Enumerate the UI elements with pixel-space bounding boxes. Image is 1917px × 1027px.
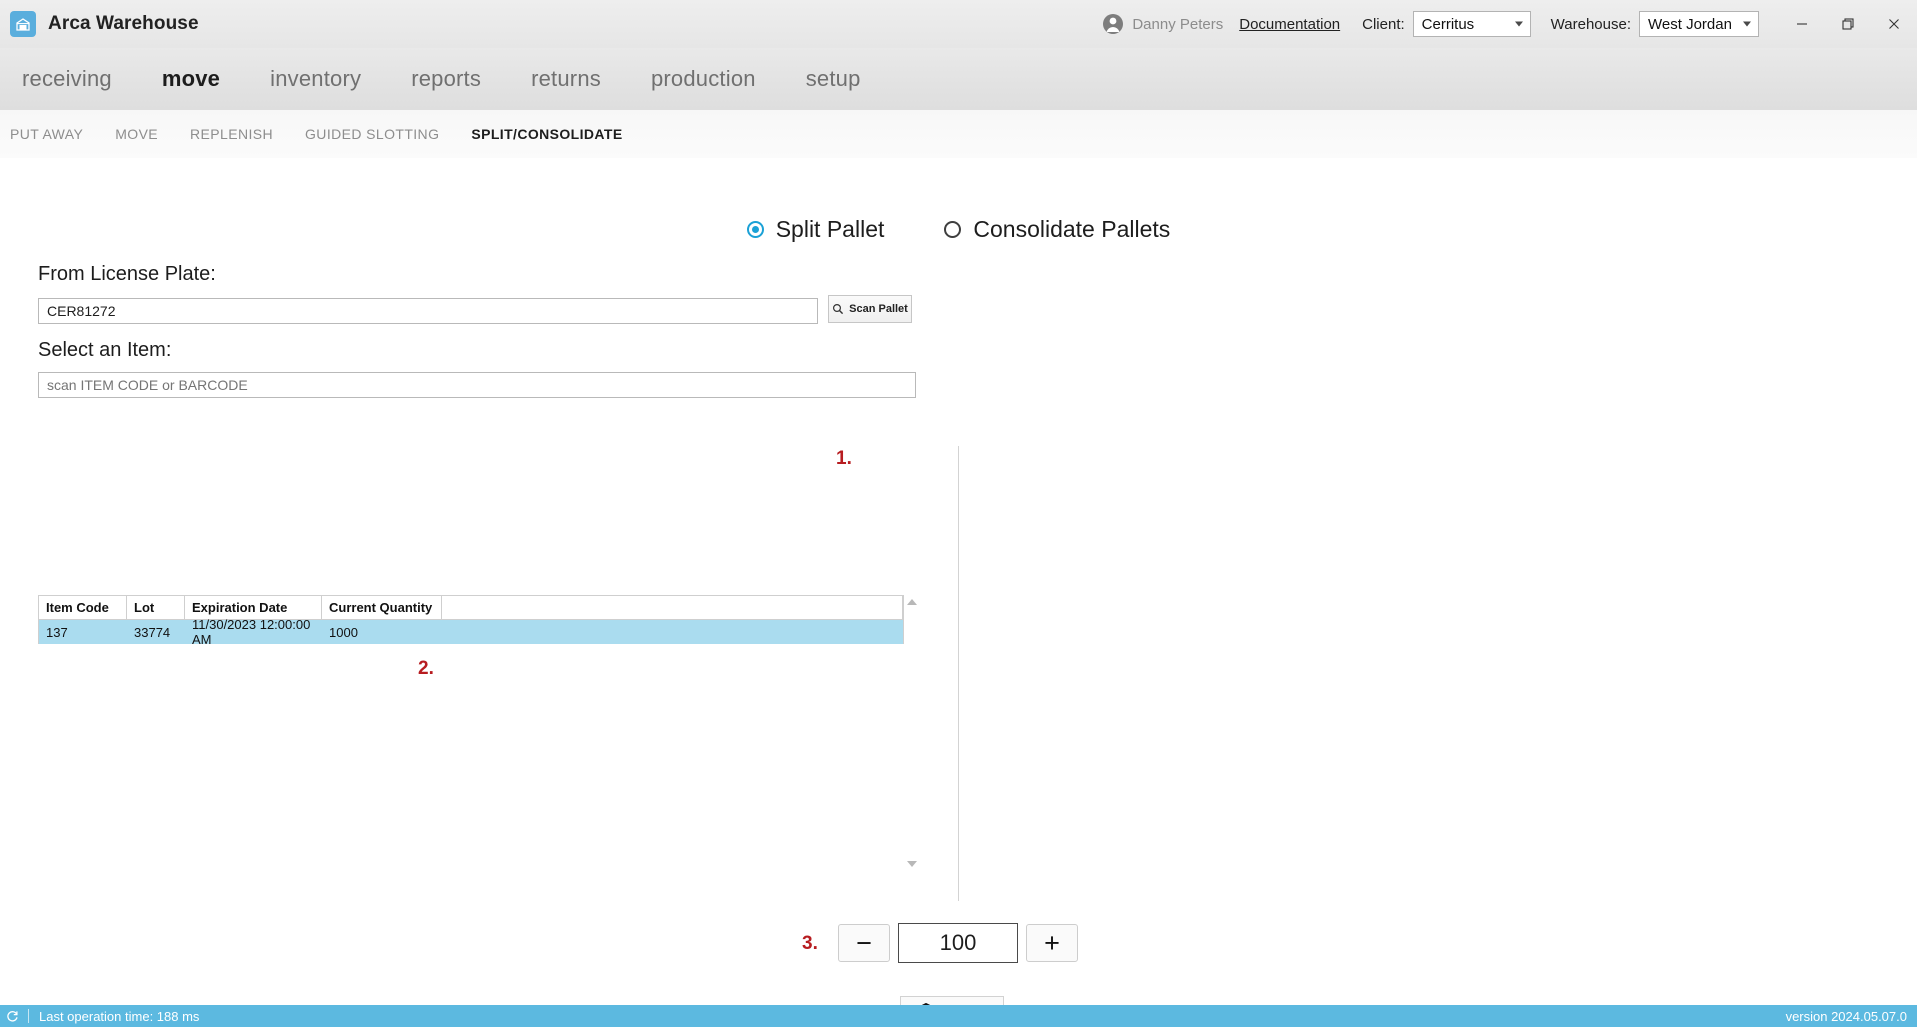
- quantity-input[interactable]: [898, 923, 1018, 963]
- step-marker-3: 3.: [802, 933, 818, 954]
- sub-navigation: PUT AWAY MOVE REPLENISH GUIDED SLOTTING …: [0, 110, 1917, 158]
- scroll-down-arrow-icon[interactable]: [907, 861, 917, 867]
- radio-split-pallet-label: Split Pallet: [775, 216, 885, 242]
- nav-item-reports[interactable]: reports: [411, 66, 481, 92]
- search-icon: [833, 303, 844, 315]
- main-content: Split Pallet Consolidate Pallets From Li…: [0, 158, 1917, 1027]
- app-title: Arca Warehouse: [48, 13, 199, 34]
- column-header-item-code: Item Code: [39, 596, 127, 619]
- client-label: Client:: [1362, 15, 1405, 33]
- item-table: Item Code Lot Expiration Date Current Qu…: [38, 595, 904, 647]
- nav-item-setup[interactable]: setup: [806, 66, 861, 92]
- application-window: Arca Warehouse Danny Peters Documentatio…: [0, 0, 1917, 1027]
- status-bar: Last operation time: 188 ms version 2024…: [0, 1005, 1917, 1027]
- item-scan-input[interactable]: [38, 372, 916, 398]
- subnav-item-move[interactable]: MOVE: [115, 126, 158, 142]
- select-item-label: Select an Item:: [38, 339, 172, 361]
- nav-item-move[interactable]: move: [162, 66, 220, 92]
- radio-icon-selected: [746, 221, 764, 238]
- minimize-button[interactable]: [1779, 7, 1825, 41]
- cell-lot: 33774: [134, 624, 171, 640]
- nav-item-inventory[interactable]: inventory: [270, 66, 361, 92]
- client-select[interactable]: Cerritus: [1412, 11, 1531, 37]
- radio-consolidate-pallets[interactable]: Consolidate Pallets: [944, 216, 1170, 243]
- mode-selector: Split Pallet Consolidate Pallets: [0, 216, 1917, 243]
- warehouse-label: Warehouse:: [1550, 15, 1631, 33]
- radio-split-pallet[interactable]: Split Pallet: [746, 216, 885, 243]
- subnav-item-replenish[interactable]: REPLENISH: [190, 126, 273, 142]
- nav-item-returns[interactable]: returns: [531, 66, 601, 92]
- cell-spacer: [442, 620, 903, 644]
- radio-consolidate-pallets-label: Consolidate Pallets: [973, 216, 1171, 242]
- column-header-spacer: [442, 596, 903, 619]
- restore-button[interactable]: [1825, 7, 1871, 41]
- client-select-value: Cerritus: [1421, 15, 1475, 33]
- main-navigation: receiving move inventory reports returns…: [0, 48, 1917, 110]
- table-row[interactable]: 137 33774 11/30/2023 12:00:00 AM 1000: [39, 617, 903, 647]
- scan-pallet-button-label: Scan Pallet: [849, 303, 908, 315]
- scroll-up-arrow-icon[interactable]: [907, 599, 917, 605]
- warehouse-icon: [10, 11, 36, 37]
- warehouse-select[interactable]: West Jordan: [1639, 11, 1759, 37]
- panel-divider: [958, 446, 959, 901]
- quantity-increment-button[interactable]: +: [1026, 924, 1078, 962]
- avatar: [1102, 13, 1124, 35]
- quantity-decrement-button[interactable]: −: [838, 924, 890, 962]
- license-plate-label: From License Plate:: [38, 263, 216, 285]
- cell-expiration-date: 11/30/2023 12:00:00 AM: [192, 617, 311, 647]
- step-marker-1: 1.: [836, 448, 852, 469]
- status-separator: [28, 1009, 29, 1023]
- cell-item-code: 137: [46, 624, 68, 640]
- last-operation-time: Last operation time: 188 ms: [39, 1008, 200, 1024]
- quantity-stepper: − +: [838, 923, 1078, 963]
- chevron-down-icon: [1514, 21, 1523, 27]
- title-bar: Arca Warehouse Danny Peters Documentatio…: [0, 0, 1917, 48]
- column-header-expiration-date: Expiration Date: [185, 596, 322, 619]
- column-header-current-quantity: Current Quantity: [322, 596, 442, 619]
- chevron-down-icon: [1743, 21, 1751, 27]
- column-header-lot: Lot: [127, 596, 185, 619]
- user-name: Danny Peters: [1132, 15, 1224, 33]
- table-scrollbar[interactable]: [904, 595, 920, 871]
- scan-pallet-button[interactable]: Scan Pallet: [828, 295, 912, 323]
- subnav-item-split-consolidate[interactable]: SPLIT/CONSOLIDATE: [471, 126, 622, 142]
- nav-item-production[interactable]: production: [651, 66, 756, 92]
- radio-icon-unselected: [944, 221, 962, 238]
- table-header-row: Item Code Lot Expiration Date Current Qu…: [39, 596, 903, 620]
- warehouse-select-value: West Jordan: [1648, 15, 1732, 33]
- subnav-item-put-away[interactable]: PUT AWAY: [10, 126, 83, 142]
- nav-item-receiving[interactable]: receiving: [22, 66, 112, 92]
- close-button[interactable]: [1871, 7, 1917, 41]
- cell-current-quantity: 1000: [329, 624, 358, 640]
- license-plate-input[interactable]: [38, 298, 818, 324]
- refresh-icon[interactable]: [6, 1010, 19, 1023]
- version-label: version 2024.05.07.0: [1785, 1008, 1907, 1024]
- documentation-link[interactable]: Documentation: [1239, 16, 1340, 33]
- step-marker-2: 2.: [418, 658, 434, 679]
- subnav-item-guided-slotting[interactable]: GUIDED SLOTTING: [305, 126, 439, 142]
- title-bar-right: Danny Peters Documentation Client: Cerri…: [1102, 0, 1917, 48]
